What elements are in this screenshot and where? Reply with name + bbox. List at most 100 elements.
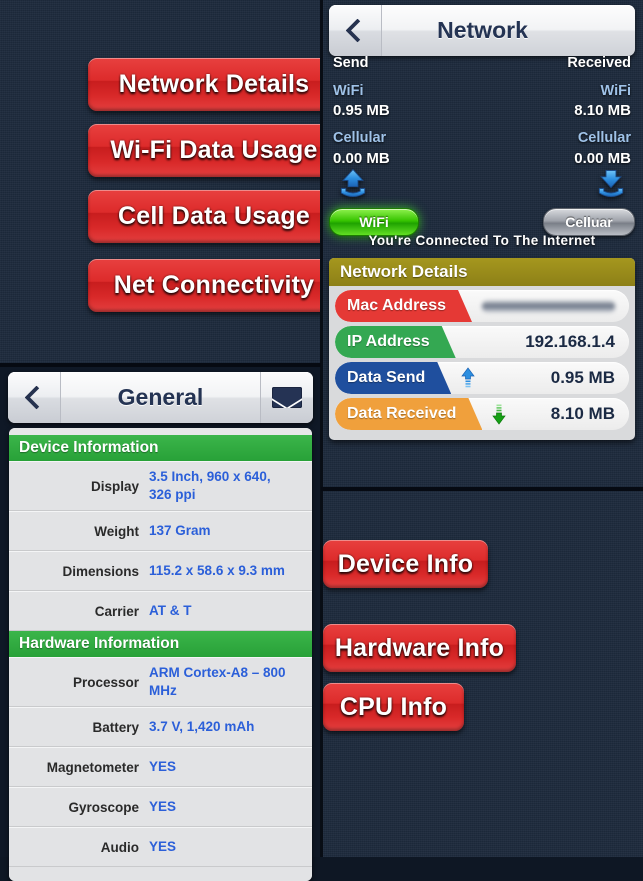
ip-address-tag: IP Address [335,326,456,358]
send-stats-column: Send WiFi 0.95 MB Cellular 0.00 MB [333,56,390,179]
net-connectivity-button-label: Net Connectivity [113,271,315,299]
row-label-magnetometer: Magnetometer [46,759,139,775]
device-info-button[interactable]: Device Info [323,540,488,588]
row-value-magnetometer: YES [149,758,177,774]
net-connectivity-button[interactable]: Net Connectivity [88,259,340,312]
row-label-carrier: Carrier [94,603,139,619]
ip-address-label: IP Address [347,333,430,350]
up-arrow-icon [455,367,481,389]
wifi-status-label: WiFi [359,214,389,230]
send-wifi-value: 0.95 MB [333,102,390,119]
device-menu-panel: Device Info Hardware Info CPU Info [321,490,643,857]
row-value-weight: 137 Gram [149,522,211,538]
send-wifi-label: WiFi [333,82,364,99]
table-row[interactable]: Dimensions 115.2 x 58.6 x 9.3 mm [9,551,312,591]
table-row[interactable]: Display 3.5 Inch, 960 x 640, 326 ppi [9,461,312,511]
cell-data-usage-button[interactable]: Cell Data Usage [88,190,340,243]
send-cellular-value: 0.00 MB [333,149,390,167]
section-header-device-information: Device Information [9,435,312,461]
received-cellular-value: 0.00 MB [574,149,631,167]
table-row[interactable]: IP Address 192.168.1.4 [335,326,629,358]
row-label-battery: Battery [92,719,139,735]
table-row[interactable]: Battery 3.7 V, 1,420 mAh [9,707,312,747]
back-chevron-icon [23,385,49,410]
envelope-icon [272,387,302,408]
received-wifi-label: WiFi [600,82,631,99]
table-row[interactable]: Gyroscope YES [9,787,312,827]
row-label-dimensions: Dimensions [62,563,139,579]
table-row[interactable]: Magnetometer YES [9,747,312,787]
mac-address-label: Mac Address [347,297,446,314]
data-send-label: Data Send [347,369,426,386]
download-arrow-icon [593,166,629,202]
table-row[interactable]: Data Received 8.10 MB [335,398,629,430]
connection-status-text: You're Connected To The Internet [368,233,596,248]
row-label-processor: Processor [72,674,139,690]
wifi-data-usage-button-label: Wi-Fi Data Usage [110,136,318,164]
table-row[interactable]: Audio YES [9,827,312,867]
network-details-button-label: Network Details [118,70,310,98]
device-info-button-label: Device Info [337,549,474,578]
network-back-button[interactable] [329,5,382,56]
cpu-info-button[interactable]: CPU Info [323,683,464,731]
table-row[interactable]: Mac Address [335,290,629,322]
data-received-label: Data Received [347,405,457,422]
mac-address-tag: Mac Address [335,290,472,322]
network-menu-panel: Network Details Wi-Fi Data Usage Cell Da… [0,0,340,366]
row-value-processor: ARM Cortex-A8 – 800 MHz [149,664,286,698]
row-value-gyroscope: YES [149,798,177,814]
hardware-info-button[interactable]: Hardware Info [323,624,516,672]
cpu-info-button-label: CPU Info [339,692,448,721]
general-navbar: General [8,372,313,423]
data-send-value: 0.95 MB [550,368,615,387]
received-stats-column: Received WiFi 8.10 MB Cellular 0.00 MB [567,56,631,179]
network-details-header: Network Details [329,258,635,286]
table-row[interactable]: Weight 137 Gram [9,511,312,551]
row-label-audio: Audio [100,839,139,855]
data-received-value: 8.10 MB [550,404,615,423]
data-send-tag: Data Send [335,362,451,394]
received-wifi-value: 8.10 MB [574,102,631,119]
received-heading: Received [567,55,631,71]
cellular-status-label: Celluar [565,214,613,230]
hardware-info-button-label: Hardware Info [334,633,505,662]
table-row[interactable]: Carrier AT & T [9,591,312,631]
send-heading: Send [333,55,369,71]
cellular-status-toggle[interactable]: Celluar [543,208,635,236]
row-label-gyroscope: Gyroscope [68,799,139,815]
mac-address-value-redacted [482,299,615,313]
upload-arrow-icon [335,166,371,202]
wifi-status-toggle[interactable]: WiFi [329,208,419,236]
row-label-weight: Weight [94,523,139,539]
network-details-card: Network Details Mac Address IP Address 1… [329,258,635,440]
row-value-audio: YES [149,838,177,854]
network-details-button[interactable]: Network Details [88,58,340,111]
general-back-button[interactable] [8,372,61,423]
row-value-carrier: AT & T [149,602,192,618]
row-value-display: 3.5 Inch, 960 x 640, 326 ppi [149,468,271,502]
panel-divider-right [321,487,643,491]
panel-divider-vertical [320,0,323,857]
network-navbar: Network [329,5,635,56]
back-chevron-icon [344,18,370,43]
network-page-title: Network [437,17,528,43]
mail-button[interactable] [260,372,313,423]
cell-data-usage-button-label: Cell Data Usage [118,202,310,230]
row-value-dimensions: 115.2 x 58.6 x 9.3 mm [149,562,285,578]
hardware-information-title: Hardware Information [19,635,180,652]
device-information-title: Device Information [19,439,159,456]
row-value-battery: 3.7 V, 1,420 mAh [149,718,255,734]
data-received-tag: Data Received [335,398,482,430]
general-info-card: Device Information Display 3.5 Inch, 960… [9,428,312,881]
received-cellular-label: Cellular [577,130,631,146]
app-screenshot: Network Details Wi-Fi Data Usage Cell Da… [0,0,643,881]
table-row[interactable]: Processor ARM Cortex-A8 – 800 MHz [9,657,312,707]
general-page-title: General [117,384,204,410]
table-row[interactable]: Data Send 0.95 MB [335,362,629,394]
wifi-data-usage-button[interactable]: Wi-Fi Data Usage [88,124,340,177]
down-arrow-icon [486,403,512,425]
send-cellular-label: Cellular [333,130,387,146]
panel-divider-left [0,363,321,367]
ip-address-value: 192.168.1.4 [525,332,615,351]
section-header-hardware-information: Hardware Information [9,631,312,657]
